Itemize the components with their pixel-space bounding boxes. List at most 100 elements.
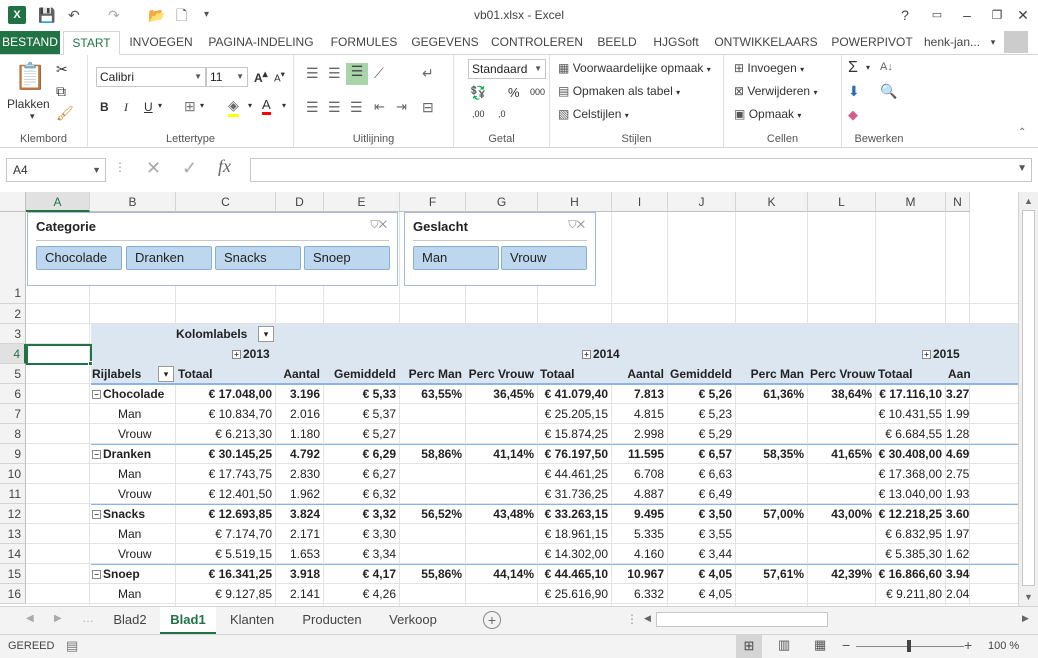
zoom-in-icon[interactable]: + (964, 637, 972, 653)
scroll-right-icon[interactable]: ▶ (1022, 613, 1029, 624)
splitter-icon[interactable]: ⋮ (626, 612, 638, 626)
pivot-value-cell[interactable]: € 6.832,95 (876, 524, 946, 544)
pivot-value-cell[interactable]: € 12.401,50 (176, 484, 276, 504)
pivot-value-cell[interactable]: 43,48% (466, 504, 538, 524)
row-filter-dropdown-icon[interactable]: ▾ (158, 366, 174, 382)
pivot-value-cell[interactable]: € 12.693,85 (176, 504, 276, 524)
pivot-row-label[interactable]: − Snacks (90, 504, 176, 524)
pivot-row-label[interactable]: − Chocolade (90, 384, 176, 404)
align-middle-icon[interactable]: ☰ (328, 65, 341, 82)
pivot-value-cell[interactable]: € 3,30 (324, 524, 400, 544)
align-center-icon[interactable]: ☰ (328, 99, 341, 116)
normal-view-icon[interactable]: ⊞ (736, 635, 762, 658)
pivot-value-cell[interactable]: € 44.465,10 (538, 564, 612, 584)
borders-icon[interactable]: ⊞ (184, 98, 196, 115)
row-header[interactable]: 11 (0, 484, 26, 504)
pivot-value-cell[interactable]: € 6,27 (324, 464, 400, 484)
pivot-value-cell[interactable]: € 5.519,15 (176, 544, 276, 564)
pivot-value-cell[interactable]: € 9.211,80 (876, 584, 946, 604)
enter-icon[interactable]: ✓ (182, 158, 197, 179)
expand-icon[interactable]: + (922, 350, 931, 360)
delete-cells-button[interactable]: ⊠ Verwijderen ▾ (734, 84, 817, 98)
column-header[interactable]: F (400, 192, 466, 212)
sheet-tab[interactable]: Verkoop (378, 607, 448, 634)
pivot-value-cell[interactable]: 2.171 (276, 524, 324, 544)
row-header[interactable]: 14 (0, 544, 26, 564)
merge-center-icon[interactable]: ⊟ (422, 99, 434, 116)
column-header[interactable]: K (736, 192, 808, 212)
pivot-value-cell[interactable]: 58,35% (736, 444, 808, 464)
pivot-value-cell[interactable]: 3.600 (946, 504, 970, 524)
pivot-value-cell[interactable]: 1.625 (946, 544, 970, 564)
pivot-value-cell[interactable]: 6.332 (612, 584, 668, 604)
underline-icon[interactable]: U (144, 100, 153, 114)
pivot-value-cell[interactable]: 2.998 (612, 424, 668, 444)
slicer-item[interactable]: Vrouw (501, 246, 587, 270)
pivot-value-cell[interactable]: 57,61% (736, 564, 808, 584)
grow-font-icon[interactable]: A▴ (254, 69, 268, 85)
row-header[interactable]: 13 (0, 524, 26, 544)
column-header[interactable]: B (90, 192, 176, 212)
expand-formula-icon[interactable]: ▼ (1017, 163, 1027, 174)
tab-gegevens[interactable]: GEGEVENS (408, 31, 482, 55)
pivot-value-cell[interactable]: 44,14% (466, 564, 538, 584)
font-size-select[interactable]: 11 ▼ (206, 67, 248, 87)
zoom-level[interactable]: 100 % (988, 640, 1019, 652)
percent-icon[interactable]: % (508, 85, 520, 100)
prev-sheet-icon[interactable]: ◀ (26, 613, 34, 624)
row-header[interactable]: 4 (0, 344, 26, 364)
pivot-value-cell[interactable]: 58,86% (400, 444, 466, 464)
column-header[interactable]: G (466, 192, 538, 212)
pivot-row-label[interactable]: − Dranken (90, 444, 176, 464)
increase-decimal-icon[interactable]: ,00 (472, 109, 485, 119)
orientation-icon[interactable]: ⟋ (374, 65, 384, 82)
pivot-value-cell[interactable]: € 6,57 (668, 444, 736, 464)
pivot-value-cell[interactable]: 1.962 (276, 484, 324, 504)
align-top-icon[interactable]: ☰ (306, 65, 319, 82)
insert-function-icon[interactable]: fx (218, 156, 231, 177)
pivot-value-cell[interactable]: € 6,29 (324, 444, 400, 464)
pivot-value-cell[interactable]: € 25.616,90 (538, 584, 612, 604)
row-header[interactable]: 16 (0, 584, 26, 604)
font-name-select[interactable]: Calibri ▼ (96, 67, 206, 87)
tab-invoegen[interactable]: INVOEGEN (125, 31, 197, 55)
pivot-value-cell[interactable]: € 5,29 (668, 424, 736, 444)
pivot-value-cell[interactable]: 2.016 (276, 404, 324, 424)
sort-filter-icon[interactable]: A↓ (880, 61, 893, 73)
borders-dropdown-icon[interactable]: ▾ (200, 101, 204, 110)
wrap-text-icon[interactable]: ↵ (422, 65, 434, 82)
pivot-value-cell[interactable]: € 5,26 (668, 384, 736, 404)
pivot-value-cell[interactable]: € 9.127,85 (176, 584, 276, 604)
pivot-value-cell[interactable]: € 30.408,00 (876, 444, 946, 464)
copy-icon[interactable]: ⧉ (56, 83, 66, 100)
format-as-table-button[interactable]: ▤ Opmaken als tabel ▾ (558, 84, 680, 98)
minimize-button[interactable]: – (955, 4, 979, 26)
align-bottom-icon[interactable]: ☰ (346, 63, 368, 85)
pivot-value-cell[interactable]: 55,86% (400, 564, 466, 584)
pivot-value-cell[interactable]: € 5.385,30 (876, 544, 946, 564)
font-color-icon[interactable]: A (262, 97, 271, 115)
row-header[interactable]: 12 (0, 504, 26, 524)
comma-style-icon[interactable]: 000 (530, 87, 545, 97)
add-sheet-icon[interactable]: + (483, 611, 501, 629)
align-right-icon[interactable]: ☰ (350, 99, 363, 116)
column-header[interactable]: C (176, 192, 276, 212)
number-format-select[interactable]: Standaard ▼ (468, 59, 546, 79)
slicer-categorie[interactable]: Categorie ⛉✕ Chocolade Dranken Snacks Sn… (27, 212, 398, 286)
pivot-value-cell[interactable]: 4.690 (946, 444, 970, 464)
year-header[interactable]: +2015 (922, 344, 982, 364)
vertical-scrollbar[interactable]: ▲ ▼ (1018, 192, 1038, 606)
scroll-up-icon[interactable]: ▲ (1024, 196, 1033, 206)
pivot-value-cell[interactable]: € 5,37 (324, 404, 400, 424)
pivot-value-cell[interactable]: € 4,05 (668, 564, 736, 584)
pivot-value-cell[interactable]: 38,64% (808, 384, 876, 404)
pivot-value-cell[interactable]: € 44.461,25 (538, 464, 612, 484)
pivot-value-cell[interactable]: 2.755 (946, 464, 970, 484)
pivot-value-cell[interactable]: 7.813 (612, 384, 668, 404)
tab-bestand[interactable]: BESTAND (0, 31, 60, 55)
column-header[interactable]: D (276, 192, 324, 212)
format-painter-icon[interactable]: 🖌 (56, 105, 74, 122)
cut-icon[interactable]: ✂ (56, 61, 68, 78)
pivot-value-cell[interactable]: € 3,34 (324, 544, 400, 564)
pivot-value-cell[interactable]: 9.495 (612, 504, 668, 524)
